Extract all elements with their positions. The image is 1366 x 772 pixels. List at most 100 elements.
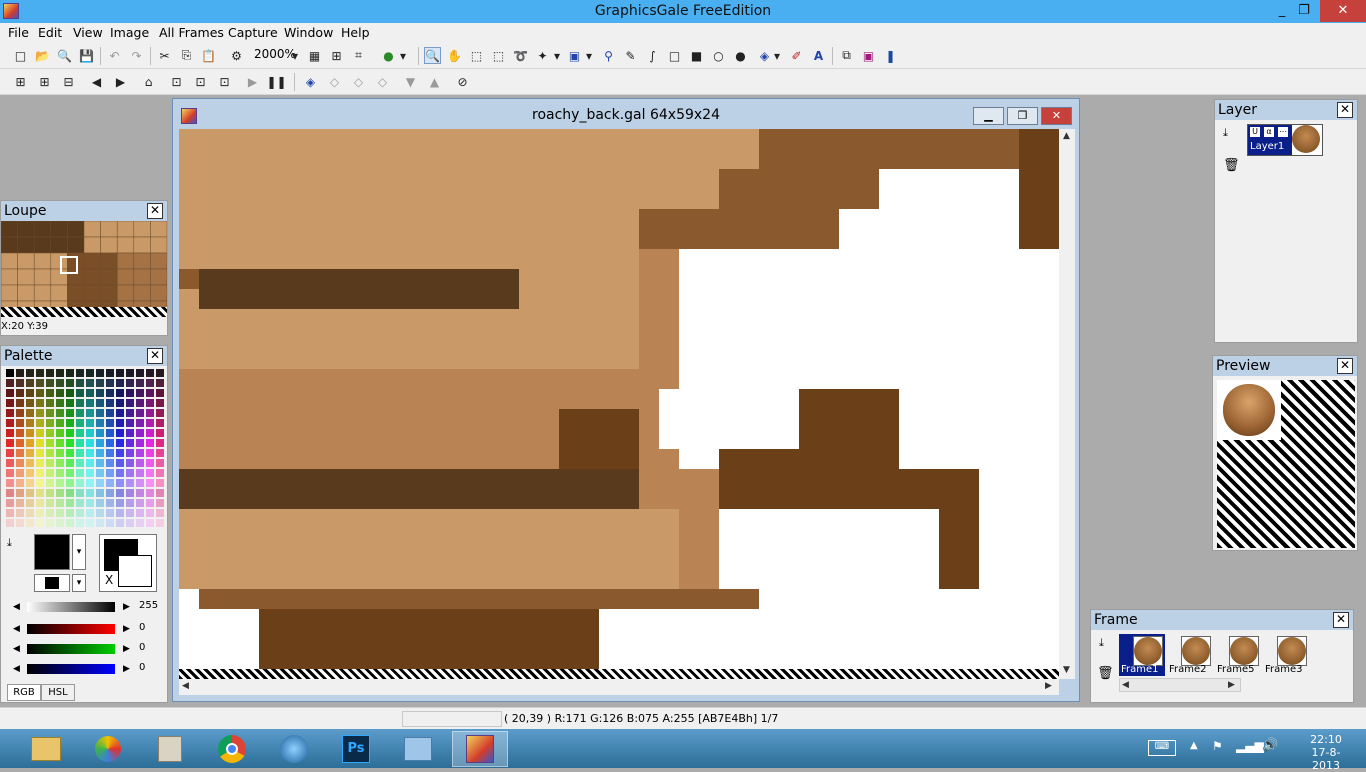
- palette-swatch[interactable]: [75, 388, 85, 398]
- palette-swatch[interactable]: [15, 478, 25, 488]
- palette-swatch[interactable]: [125, 508, 135, 518]
- palette-swatch[interactable]: [25, 408, 35, 418]
- prev-frame-icon[interactable]: ◀: [88, 73, 105, 90]
- palette-swatch[interactable]: [15, 488, 25, 498]
- horizontal-scrollbar[interactable]: ◀ ▶: [179, 679, 1059, 695]
- palette-swatch[interactable]: [55, 448, 65, 458]
- filled-rectangle-icon[interactable]: ■: [688, 47, 705, 64]
- palette-swatch[interactable]: [45, 438, 55, 448]
- chevron-down-icon[interactable]: ▾: [72, 574, 86, 592]
- palette-swatch[interactable]: [95, 368, 105, 378]
- menu-help[interactable]: Help: [341, 25, 370, 40]
- palette-swatch[interactable]: [65, 508, 75, 518]
- palette-swatch[interactable]: [75, 468, 85, 478]
- palette-swatch[interactable]: [155, 518, 165, 528]
- palette-swatch[interactable]: [35, 448, 45, 458]
- menu-file[interactable]: File: [8, 25, 29, 40]
- paste-icon[interactable]: 📋: [200, 47, 217, 64]
- layer-add-icon[interactable]: ◈: [302, 73, 319, 90]
- palette-swatch[interactable]: [5, 458, 15, 468]
- keyboard-icon[interactable]: ⌨: [1148, 740, 1176, 756]
- palette-swatch[interactable]: [125, 418, 135, 428]
- palette-swatch[interactable]: [85, 388, 95, 398]
- palette-swatch[interactable]: [135, 388, 145, 398]
- palette-swatch[interactable]: [115, 478, 125, 488]
- palette-swatch[interactable]: [25, 488, 35, 498]
- palette-swatch[interactable]: [145, 488, 155, 498]
- menu-view[interactable]: View: [73, 25, 103, 40]
- palette-swatch[interactable]: [125, 368, 135, 378]
- next-frame-icon[interactable]: ▶: [112, 73, 129, 90]
- palette-swatch[interactable]: [15, 398, 25, 408]
- palette-swatch[interactable]: [125, 408, 135, 418]
- green-slider[interactable]: [27, 644, 115, 654]
- palette-swatch[interactable]: [65, 498, 75, 508]
- palette-swatch[interactable]: [55, 438, 65, 448]
- palette-swatch[interactable]: [25, 448, 35, 458]
- palette-swatch[interactable]: [145, 498, 155, 508]
- palette-swatch[interactable]: [135, 368, 145, 378]
- palette-swatch[interactable]: [95, 468, 105, 478]
- palette-swatch[interactable]: [135, 408, 145, 418]
- palette-swatch[interactable]: [55, 508, 65, 518]
- palette-swatch[interactable]: [55, 368, 65, 378]
- palette-swatch[interactable]: [105, 498, 115, 508]
- palette-swatch[interactable]: [85, 498, 95, 508]
- palette-swatch[interactable]: [155, 448, 165, 458]
- lasso-icon[interactable]: ➰: [512, 47, 529, 64]
- palette-swatch[interactable]: [75, 438, 85, 448]
- palette-swatch[interactable]: [85, 428, 95, 438]
- palette-swatch[interactable]: [105, 488, 115, 498]
- flag-icon[interactable]: ⚑: [1212, 739, 1223, 753]
- palette-swatch[interactable]: [155, 388, 165, 398]
- palette-swatch[interactable]: [125, 438, 135, 448]
- palette-swatch[interactable]: [45, 488, 55, 498]
- chrome-icon[interactable]: [204, 731, 260, 767]
- palette-swatch[interactable]: [105, 428, 115, 438]
- palette-swatch[interactable]: [125, 388, 135, 398]
- palette-swatch[interactable]: [105, 368, 115, 378]
- preview-close-button[interactable]: ✕: [1337, 358, 1353, 374]
- palette-swatch[interactable]: [115, 408, 125, 418]
- palette-swatch[interactable]: [55, 498, 65, 508]
- layer-props-icon[interactable]: ⊘: [454, 73, 471, 90]
- palette-swatch[interactable]: [145, 478, 155, 488]
- palette-swatch[interactable]: [115, 518, 125, 528]
- palette-swatch[interactable]: [95, 478, 105, 488]
- gray-value[interactable]: 255: [139, 600, 158, 611]
- frame-item-1[interactable]: Frame1: [1119, 634, 1165, 676]
- palette-swatch[interactable]: [85, 368, 95, 378]
- palette-swatch[interactable]: [5, 368, 15, 378]
- tab-rgb[interactable]: RGB: [7, 684, 41, 701]
- chevron-down-icon[interactable]: ▾: [552, 47, 562, 64]
- palette-swatch[interactable]: [95, 428, 105, 438]
- palette-swatch[interactable]: [35, 438, 45, 448]
- palette-swatch[interactable]: [135, 398, 145, 408]
- palette-swatch[interactable]: [25, 398, 35, 408]
- palette-swatch[interactable]: [105, 418, 115, 428]
- clock[interactable]: 22:10 17-8-2013: [1300, 733, 1352, 772]
- redo-icon[interactable]: ↷: [128, 47, 145, 64]
- graphicsgale-taskbar-icon[interactable]: [452, 731, 508, 767]
- palette-swatch[interactable]: [95, 458, 105, 468]
- palette-swatch[interactable]: [125, 398, 135, 408]
- palette-swatch[interactable]: [105, 398, 115, 408]
- palette-swatch[interactable]: [25, 388, 35, 398]
- frame-scrollbar[interactable]: ◀ ▶: [1119, 678, 1241, 692]
- palette-swatch[interactable]: [5, 438, 15, 448]
- frame-close-button[interactable]: ✕: [1333, 612, 1349, 628]
- green-value[interactable]: 0: [139, 642, 145, 653]
- palette-swatch[interactable]: [155, 508, 165, 518]
- palette-swatch[interactable]: [15, 508, 25, 518]
- palette-swatch[interactable]: [115, 458, 125, 468]
- open-folder-icon[interactable]: 📂: [34, 47, 51, 64]
- palette-swatch[interactable]: [45, 498, 55, 508]
- palette-swatch[interactable]: [115, 438, 125, 448]
- fill-mode-icon[interactable]: ●: [380, 47, 397, 64]
- palette-swatch[interactable]: [125, 378, 135, 388]
- palette-swatch[interactable]: [135, 438, 145, 448]
- palette-swatch[interactable]: [65, 458, 75, 468]
- palette-swatch[interactable]: [15, 458, 25, 468]
- palette-swatch[interactable]: [5, 418, 15, 428]
- palette-swatch[interactable]: [55, 468, 65, 478]
